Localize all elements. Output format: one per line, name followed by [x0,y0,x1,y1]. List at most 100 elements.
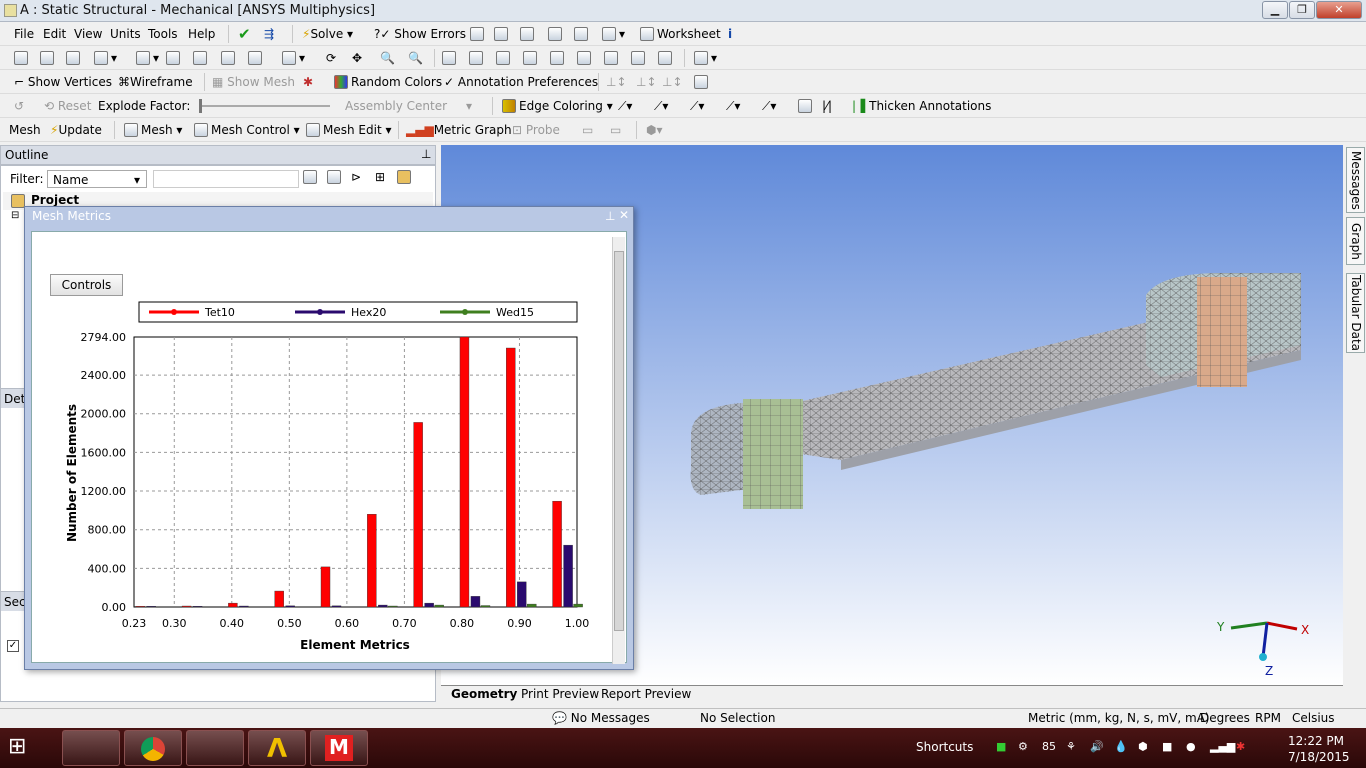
pan-icon[interactable]: ✥ [352,49,362,67]
mesh-edit-button[interactable]: Mesh Edit ▾ [306,121,392,139]
bar-hex20[interactable] [192,606,203,608]
iso-icon[interactable] [550,49,567,67]
zoom-out-icon[interactable] [523,49,540,67]
solve-button[interactable]: ⚡Solve ▾ [302,25,353,43]
view-icon-2[interactable] [604,49,621,67]
bar-tet10[interactable] [135,606,145,608]
ruler-icon-3[interactable]: ⊥↕ [662,73,683,91]
taskbar-chrome[interactable] [124,730,182,766]
tray-icon-8[interactable]: ✱ [1236,740,1245,753]
toolbar-icon-5[interactable] [574,25,591,43]
view-icon-3[interactable] [631,49,648,67]
probe-button[interactable]: ⊡ Probe [512,121,560,139]
probe-icon-2[interactable]: ▭ [582,121,593,139]
wireframe-button[interactable]: ⌘Wireframe [118,73,193,91]
menu-view[interactable]: View [74,25,102,43]
toolbar-icon-6[interactable]: ▾ [602,25,625,43]
tray-icon-7[interactable]: ● [1186,740,1196,753]
folder-icon[interactable] [397,170,414,184]
refresh-icon[interactable] [303,170,320,184]
checkbox[interactable]: ✓ [7,640,19,652]
explode-slider-thumb[interactable] [199,99,202,113]
random-colors-button[interactable]: Random Colors [334,73,442,91]
messages-status[interactable]: 💬 No Messages [552,711,650,725]
face-icon[interactable] [221,49,238,67]
tray-icon-6[interactable]: ■ [1162,740,1172,753]
bar-hex20[interactable] [424,602,434,608]
tree-expand-icon[interactable]: ⊟ [11,210,19,221]
bar-wed15[interactable] [434,604,444,608]
filter-input[interactable] [153,170,299,188]
bar-tet10[interactable] [228,602,238,608]
edge-coloring-button[interactable]: Edge Coloring ▾ [502,97,613,115]
section-icon[interactable] [694,73,711,91]
bar-hex20[interactable] [285,605,295,608]
mesh-control-button[interactable]: Mesh Control ▾ [194,121,300,139]
pin-icon[interactable]: ⊥ [605,209,615,223]
toolbar-icon-2[interactable] [494,25,511,43]
select-icon-3[interactable] [66,49,83,67]
bar-hex20[interactable] [563,544,573,608]
check-icon[interactable]: ✔ [238,25,251,43]
bar-hex20[interactable] [517,581,527,608]
chevron-down-icon[interactable]: ▾ [466,97,472,115]
show-vertices-button[interactable]: ⌐ Show Vertices [14,73,112,91]
tree-icon[interactable]: ⇶ [264,25,274,43]
show-mesh-button[interactable]: ▦ Show Mesh [212,73,295,91]
view-icon[interactable] [577,49,594,67]
taskbar-media[interactable] [186,730,244,766]
bar-tet10[interactable] [552,500,562,608]
edge-style-icon-2[interactable]: ⟋▾ [654,97,668,115]
bar-tet10[interactable] [506,347,516,608]
expand-icon[interactable]: ⊳ [351,170,361,184]
pointer-icon[interactable]: ▾ [136,49,159,67]
clock-time[interactable]: 12:22 PM [1288,734,1344,748]
edge-style-icon[interactable]: ⟋▾ [618,97,632,115]
tray-icon-2[interactable]: ⚙ [1018,740,1028,753]
tray-icon-5[interactable]: ⬢ [1138,740,1148,753]
taskbar-app-1[interactable] [62,730,120,766]
thicken-annotations-button[interactable]: |▐ Thicken Annotations [852,97,991,115]
tab-print-preview[interactable]: Print Preview [521,687,599,701]
clock-date[interactable]: 7/18/2015 [1288,750,1350,764]
bar-wed15[interactable] [527,603,537,608]
viewport-layout-icon[interactable]: ▾ [694,49,717,67]
bar-hex20[interactable] [146,606,156,608]
menu-tools[interactable]: Tools [148,25,178,43]
body-icon[interactable] [248,49,265,67]
zoom-icon[interactable]: 🔍 [380,49,395,67]
tab-tabular-data[interactable]: Tabular Data [1346,273,1365,353]
tab-messages[interactable]: Messages [1346,147,1365,213]
annotation-preferences-button[interactable]: ✓ Annotation Preferences [444,73,598,91]
menu-help[interactable]: Help [188,25,215,43]
taskbar-mail[interactable]: M [310,730,368,766]
filter-select[interactable]: Name ▾ [47,170,147,188]
minimize-button[interactable]: ▁ [1262,1,1288,19]
menu-file[interactable]: File [14,25,34,43]
hex-icon[interactable]: ⬢▾ [646,121,663,139]
assembly-center-select[interactable]: Assembly Center [345,97,447,115]
zoom-box2-icon[interactable] [469,49,486,67]
units-status[interactable]: Metric (mm, kg, N, s, mV, mA) [1028,711,1210,725]
extend-icon[interactable]: ▾ [282,49,305,67]
edge-style-icon-6[interactable] [798,97,815,115]
mesh-menu-button[interactable]: Mesh ▾ [124,121,182,139]
vertex-icon[interactable] [166,49,183,67]
ruler-icon-2[interactable]: ⊥↕ [636,73,657,91]
tab-report-preview[interactable]: Report Preview [601,687,691,701]
close-icon[interactable]: ✕ [619,208,629,222]
bar-tet10[interactable] [274,590,284,608]
close-button[interactable]: ✕ [1316,1,1362,19]
select-mode-icon[interactable]: ▾ [94,49,117,67]
pin-icon[interactable]: ⊥ [421,147,431,161]
collapse-icon[interactable]: ⊞ [375,170,385,184]
probe-icon-3[interactable]: ▭ [610,121,621,139]
shortcuts-label[interactable]: Shortcuts [916,740,973,754]
bar-tet10[interactable] [459,336,470,608]
maximize-button[interactable]: ❐ [1289,1,1315,19]
ruler-icon[interactable]: ⊥↕ [606,73,627,91]
bar-tet10[interactable] [320,566,331,608]
edge-style-icon-4[interactable]: ⟋▾ [726,97,740,115]
explode-slider[interactable] [200,105,330,107]
edge-style-icon-5[interactable]: ⟋▾ [762,97,776,115]
